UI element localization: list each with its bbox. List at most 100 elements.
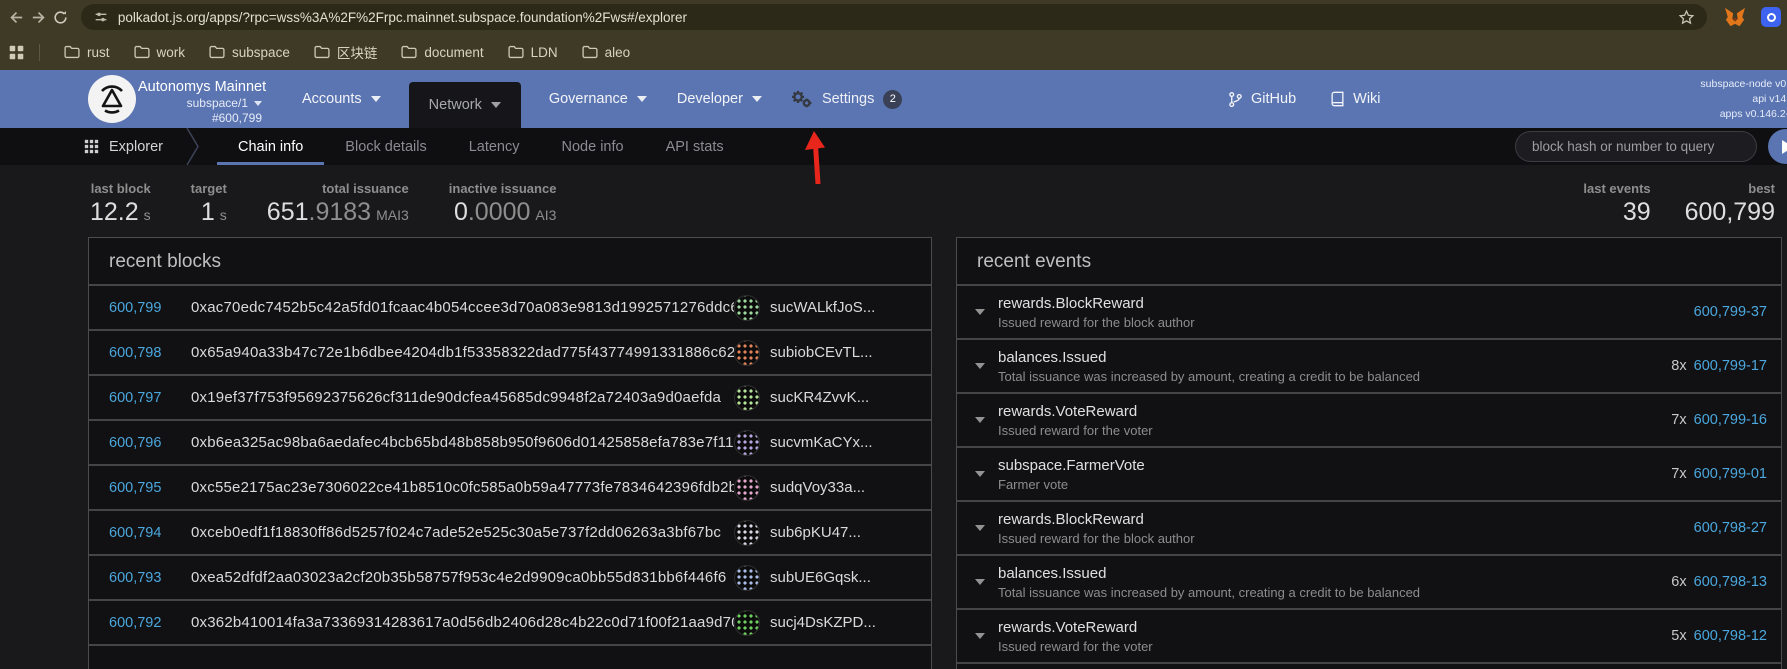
event-row: balances.Issued Total issuance was incre… xyxy=(957,556,1781,610)
tab-latency[interactable]: Latency xyxy=(448,128,541,165)
identicon xyxy=(734,475,760,501)
chevron-down-icon xyxy=(371,96,381,102)
event-block-link[interactable]: 600,799-17 xyxy=(1694,358,1767,374)
bookmark-folder[interactable]: rust xyxy=(52,39,122,65)
wiki-link[interactable]: Wiki xyxy=(1330,91,1380,107)
block-number-link[interactable]: 600,793 xyxy=(89,570,191,586)
stat-value-main: 12.2 xyxy=(90,199,139,225)
event-block-link[interactable]: 600,799-37 xyxy=(1694,304,1767,320)
block-hash: 0xea52dfdf2aa03023a2cf20b35b58757f953c4e… xyxy=(191,569,734,586)
folder-icon xyxy=(209,45,225,59)
section-explorer[interactable]: Explorer xyxy=(84,128,163,165)
event-row: rewards.VoteReward Issued reward for the… xyxy=(957,394,1781,448)
bookmark-label: 区块链 xyxy=(337,42,378,62)
stat-unit: s xyxy=(144,208,151,223)
github-link[interactable]: GitHub xyxy=(1228,91,1296,108)
identicon xyxy=(734,340,760,366)
apps-grid-icon[interactable] xyxy=(8,44,25,61)
bookmark-star-icon[interactable] xyxy=(1678,9,1695,26)
tab-block-details[interactable]: Block details xyxy=(324,128,447,165)
bookmark-folder[interactable]: LDN xyxy=(496,39,570,65)
bookmark-folder[interactable]: 区块链 xyxy=(302,39,390,65)
expand-caret-icon[interactable] xyxy=(975,309,985,315)
stat-value-main: 651 xyxy=(267,199,309,225)
stat-value: 0.0000AI3 xyxy=(454,199,556,225)
event-description: Farmer vote xyxy=(998,477,1671,492)
nav-item-network[interactable]: Network xyxy=(409,82,521,128)
folder-icon xyxy=(582,45,598,59)
expand-caret-icon[interactable] xyxy=(975,579,985,585)
author-name-link[interactable]: sucKR4ZvvK... xyxy=(770,389,869,406)
event-block-link[interactable]: 600,798-13 xyxy=(1694,574,1767,590)
chain-info-block[interactable]: Autonomys Mainnet subspace/1 #600,799 xyxy=(138,78,262,126)
tab-node-info[interactable]: Node info xyxy=(541,128,645,165)
block-search-input[interactable] xyxy=(1515,131,1757,162)
autonomys-logo[interactable] xyxy=(88,75,136,123)
stat-unit: s xyxy=(220,208,227,223)
event-block-link[interactable]: 600,798-12 xyxy=(1694,628,1767,644)
nav-item-governance[interactable]: Governance xyxy=(547,70,649,128)
book-icon xyxy=(1330,91,1345,107)
author-name-link[interactable]: subUE6Gqsk... xyxy=(770,569,871,586)
folder-icon xyxy=(64,45,80,59)
bookmark-folder[interactable]: subspace xyxy=(197,39,302,65)
event-block-link[interactable]: 600,799-16 xyxy=(1694,412,1767,428)
forward-icon[interactable] xyxy=(28,4,50,30)
bookmark-folder[interactable]: work xyxy=(122,39,198,65)
block-number-link[interactable]: 600,796 xyxy=(89,435,191,451)
chevron-down-icon xyxy=(752,96,762,102)
runtime-version: subspace/1 xyxy=(187,96,248,111)
author-name-link[interactable]: sudqVoy33a... xyxy=(770,479,865,496)
block-number-link[interactable]: 600,799 xyxy=(89,300,191,316)
tab-label: Node info xyxy=(562,139,624,155)
block-number-link[interactable]: 600,795 xyxy=(89,480,191,496)
bookmark-label: aleo xyxy=(605,45,631,60)
tab-api-stats[interactable]: API stats xyxy=(645,128,745,165)
author-name-link[interactable]: sucWALkfJoS... xyxy=(770,299,875,316)
bookmark-label: LDN xyxy=(531,45,558,60)
section-label: Explorer xyxy=(109,139,163,155)
tab-chain-info[interactable]: Chain info xyxy=(217,128,324,165)
bookmark-folder[interactable]: aleo xyxy=(570,39,643,65)
nav-item-accounts[interactable]: Accounts xyxy=(300,70,383,128)
metamask-extension-icon[interactable] xyxy=(1724,7,1746,27)
stat-card: target 1s xyxy=(191,181,227,225)
author-name-link[interactable]: subiobCEvTL... xyxy=(770,344,873,361)
block-author: sudqVoy33a... xyxy=(734,475,931,501)
back-icon[interactable] xyxy=(6,4,28,30)
site-info-icon[interactable] xyxy=(93,9,109,25)
github-label: GitHub xyxy=(1251,91,1296,107)
expand-caret-icon[interactable] xyxy=(975,633,985,639)
bookmark-folder[interactable]: document xyxy=(389,39,495,65)
search-submit-button[interactable] xyxy=(1768,129,1787,164)
block-number-link[interactable]: 600,798 xyxy=(89,345,191,361)
url-bar[interactable]: polkadot.js.org/apps/?rpc=wss%3A%2F%2Frp… xyxy=(81,4,1707,30)
author-name-link[interactable]: sucj4DsKZPD... xyxy=(770,614,876,631)
stat-card: best 600,799 xyxy=(1685,181,1775,225)
event-block-link[interactable]: 600,799-01 xyxy=(1694,466,1767,482)
author-name-link[interactable]: sub6pKU47... xyxy=(770,524,861,541)
bookmark-label: document xyxy=(424,45,483,60)
block-hash: 0xb6ea325ac98ba6aedafec4bcb65bd48b858b95… xyxy=(191,434,734,451)
browser-extension-icon[interactable] xyxy=(1761,7,1781,27)
chevron-down-icon[interactable] xyxy=(254,101,262,106)
expand-caret-icon[interactable] xyxy=(975,417,985,423)
block-number-link[interactable]: 600,797 xyxy=(89,390,191,406)
event-block-link[interactable]: 600,798-27 xyxy=(1694,520,1767,536)
expand-caret-icon[interactable] xyxy=(975,363,985,369)
gear-icon xyxy=(790,90,813,109)
block-number-link[interactable]: 600,792 xyxy=(89,615,191,631)
nav-item-settings[interactable]: Settings 2 xyxy=(790,90,902,109)
stat-value: 12.2 s xyxy=(90,199,151,225)
settings-badge: 2 xyxy=(883,90,902,109)
author-name-link[interactable]: sucvmKaCYx... xyxy=(770,434,873,451)
reload-icon[interactable] xyxy=(50,4,72,30)
expand-caret-icon[interactable] xyxy=(975,471,985,477)
stat-card: total issuance 651.9183MAI3 xyxy=(267,181,409,225)
block-number-link[interactable]: 600,794 xyxy=(89,525,191,541)
bookmark-label: subspace xyxy=(232,45,290,60)
expand-caret-icon[interactable] xyxy=(975,525,985,531)
stat-label: best xyxy=(1748,181,1775,196)
nav-item-developer[interactable]: Developer xyxy=(675,70,764,128)
event-row: subspace.FarmerVote Farmer vote 7x600,79… xyxy=(957,448,1781,502)
